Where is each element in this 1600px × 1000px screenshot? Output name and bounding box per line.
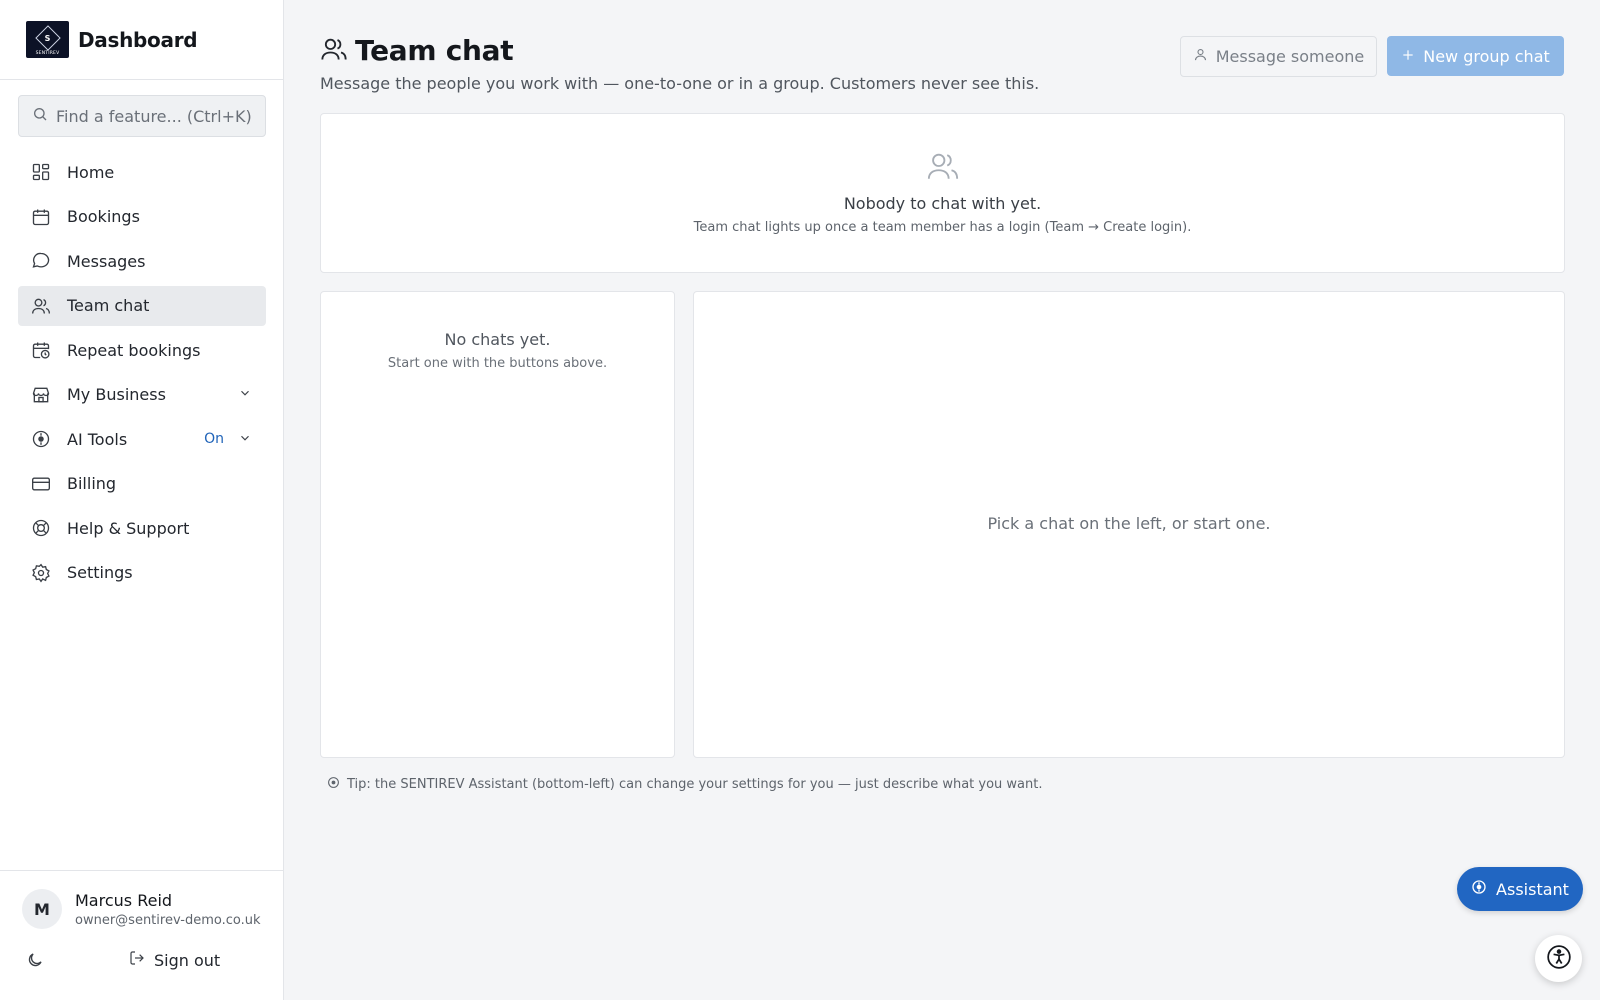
search-placeholder: Find a feature... (Ctrl+K) [56, 106, 252, 126]
avatar[interactable]: M [22, 889, 62, 929]
empty-state-card: Nobody to chat with yet. Team chat light… [320, 113, 1565, 273]
plus-icon [1401, 47, 1423, 66]
page-header: Team chat [320, 34, 514, 67]
accessibility-button[interactable] [1535, 935, 1582, 982]
brand: S SENTIREV Dashboard [0, 0, 283, 80]
sidebar-item-label: Settings [67, 563, 133, 582]
users-icon [31, 296, 51, 316]
sentirev-logo[interactable]: S SENTIREV [26, 21, 69, 58]
chat-pane: Pick a chat on the left, or start one. [693, 291, 1565, 758]
credit-card-icon [31, 474, 51, 494]
sidebar-item-repeat-bookings[interactable]: Repeat bookings [18, 330, 266, 370]
brand-title: Dashboard [78, 27, 198, 52]
sidebar-item-my-business[interactable]: My Business [18, 375, 266, 415]
sign-out-icon [129, 950, 145, 970]
empty-state-subtitle: Team chat lights up once a team member h… [693, 220, 1192, 235]
empty-state-title: Nobody to chat with yet. [843, 194, 1042, 213]
sidebar-item-label: Help & Support [67, 518, 190, 538]
chat-list-empty-title: No chats yet. [444, 330, 551, 349]
sidebar-item-label: Bookings [67, 207, 140, 226]
page-title: Team chat [355, 34, 514, 67]
chat-bubble-icon [31, 251, 51, 271]
accessibility-icon [1546, 944, 1572, 974]
sidebar-item-label: Repeat bookings [67, 340, 201, 360]
moon-icon [26, 951, 44, 973]
sidebar-item-label: AI Tools [67, 429, 128, 449]
sign-out-label: Sign out [154, 950, 221, 970]
chat-pane-hint: Pick a chat on the left, or start one. [987, 514, 1271, 533]
users-icon [926, 149, 960, 183]
chevron-down-icon[interactable] [238, 430, 252, 449]
users-icon [320, 35, 348, 67]
search-icon [32, 106, 48, 126]
page-subtitle: Message the people you work with — one-t… [320, 74, 1040, 93]
store-icon [31, 385, 51, 405]
lifebuoy-icon [31, 518, 51, 538]
sidebar: S SENTIREV Dashboard Find a feature... (… [0, 0, 284, 1000]
user-email: owner@sentirev-demo.co.uk [75, 913, 261, 928]
tip: Tip: the SENTIREV Assistant (bottom-left… [320, 776, 1043, 793]
new-group-chat-button[interactable]: New group chat [1387, 36, 1564, 76]
calendar-clock-icon [31, 340, 51, 360]
new-group-chat-label: New group chat [1423, 46, 1550, 66]
message-someone-button[interactable]: Message someone [1180, 36, 1377, 77]
ai-icon [327, 776, 340, 793]
sidebar-item-label: Messages [67, 251, 146, 271]
sidebar-item-settings[interactable]: Settings [18, 553, 266, 593]
user-panel: M Marcus Reid owner@sentirev-demo.co.uk … [0, 870, 283, 1000]
tip-text: Tip: the SENTIREV Assistant (bottom-left… [347, 777, 1043, 792]
sidebar-item-label: Team chat [67, 296, 150, 315]
sidebar-nav: Home Bookings Messages Team chat Repeat … [18, 152, 266, 597]
user-icon [1193, 47, 1216, 66]
calendar-icon [31, 207, 51, 227]
gear-icon [31, 563, 51, 583]
sidebar-item-billing[interactable]: Billing [18, 464, 266, 504]
assistant-button[interactable]: Assistant [1457, 867, 1583, 911]
search-input[interactable]: Find a feature... (Ctrl+K) [18, 95, 266, 137]
sidebar-item-help-support[interactable]: Help & Support [18, 508, 266, 548]
message-someone-label: Message someone [1215, 47, 1365, 66]
ai-icon [31, 429, 51, 449]
sidebar-item-messages[interactable]: Messages [18, 241, 266, 281]
grid-icon [31, 162, 51, 182]
sidebar-item-label: Home [67, 162, 115, 182]
status-badge: On [204, 431, 224, 447]
chat-list-panel: No chats yet. Start one with the buttons… [320, 291, 675, 758]
sidebar-item-ai-tools[interactable]: AI Tools On [18, 419, 266, 459]
sidebar-item-label: Billing [67, 474, 117, 493]
sidebar-item-home[interactable]: Home [18, 152, 266, 192]
user-name: Marcus Reid [75, 891, 173, 910]
sidebar-item-label: My Business [67, 385, 166, 404]
sidebar-item-team-chat[interactable]: Team chat [18, 285, 266, 326]
chevron-down-icon[interactable] [238, 385, 252, 404]
dark-mode-toggle[interactable] [24, 951, 46, 973]
sidebar-item-bookings[interactable]: Bookings [18, 197, 266, 237]
chat-list-empty-subtitle: Start one with the buttons above. [387, 356, 608, 371]
ai-icon [1471, 879, 1496, 899]
assistant-label: Assistant [1496, 879, 1569, 899]
sign-out-button[interactable]: Sign out [120, 950, 220, 970]
